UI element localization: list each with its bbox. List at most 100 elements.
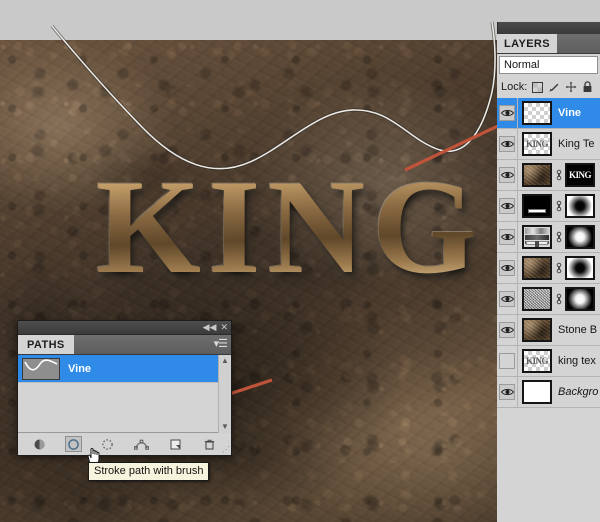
layer-row-stone-masked-a[interactable]	[497, 252, 600, 284]
eye-icon[interactable]	[499, 105, 515, 121]
thumbnail-king-label: KING	[525, 139, 549, 149]
lock-image-pixels-icon[interactable]	[548, 81, 560, 93]
thumbnail-king-label: KING	[525, 356, 549, 366]
layer-thumbnail[interactable]: KING	[522, 349, 552, 373]
layer-row-king-tex[interactable]: KING king tex	[497, 345, 600, 377]
tab-paths[interactable]: PATHS	[18, 335, 74, 354]
panel-menu-icon[interactable]: ▾☰	[214, 339, 228, 350]
layer-visibility-cell[interactable]	[497, 345, 518, 377]
tab-layers[interactable]: LAYERS	[497, 34, 558, 53]
layer-mask-thumbnail[interactable]: KING	[565, 163, 595, 187]
canvas-top-gap	[0, 0, 497, 40]
link-mask-icon[interactable]	[554, 231, 563, 243]
make-work-path-button[interactable]	[133, 436, 150, 452]
eye-icon[interactable]	[499, 260, 515, 276]
layer-row-background[interactable]: Backgro	[497, 376, 600, 408]
paths-footer-toolbar[interactable]: ⋰	[18, 433, 231, 455]
layer-mask-thumbnail[interactable]	[565, 256, 595, 280]
photoshop-screenshot: KING ◀◀ ✕ PATHS ▾☰ Vine ▲ ▼ ⋰ Stroke pat…	[0, 0, 600, 522]
layer-mask-thumbnail[interactable]	[565, 225, 595, 249]
paths-panel-titlebar[interactable]: ◀◀ ✕	[18, 321, 231, 335]
eye-icon[interactable]	[499, 322, 515, 338]
panel-resize-grip[interactable]: ⋰	[222, 445, 230, 454]
load-path-as-selection-button[interactable]	[99, 436, 116, 452]
document-canvas[interactable]: KING ◀◀ ✕ PATHS ▾☰ Vine ▲ ▼ ⋰ Stroke pat…	[0, 0, 497, 522]
outline-circle-icon	[68, 438, 79, 450]
mask-king-label: KING	[568, 170, 592, 180]
layer-row-noise-masked[interactable]	[497, 283, 600, 315]
close-icon[interactable]: ✕	[220, 323, 228, 332]
layer-visibility-cell[interactable]	[497, 97, 518, 129]
eye-icon[interactable]	[499, 198, 515, 214]
delete-current-path-button[interactable]	[201, 436, 218, 452]
layer-thumbnail[interactable]	[522, 256, 552, 280]
link-mask-icon[interactable]	[554, 293, 563, 305]
layer-mask-thumbnail[interactable]	[565, 287, 595, 311]
path-row-vine[interactable]: Vine	[18, 355, 231, 383]
layer-thumbnail[interactable]: KING	[522, 132, 552, 156]
lock-all-icon[interactable]	[582, 81, 593, 93]
tooltip-stroke-path: Stroke path with brush	[88, 462, 210, 481]
layer-row-stone-masked-king[interactable]: KING	[497, 159, 600, 191]
lock-position-icon[interactable]	[565, 81, 577, 93]
layers-panel-tabrow[interactable]: LAYERS	[497, 34, 600, 54]
paths-panel[interactable]: ◀◀ ✕ PATHS ▾☰ Vine ▲ ▼ ⋰	[17, 320, 232, 456]
layers-top-strip	[497, 0, 600, 22]
collapse-icon[interactable]: ◀◀	[203, 323, 217, 332]
eye-icon[interactable]	[499, 229, 515, 245]
link-mask-icon[interactable]	[554, 262, 563, 274]
layer-name-king-text: King Te	[558, 138, 595, 150]
layer-visibility-cell[interactable]	[497, 283, 518, 315]
stroke-path-with-brush-button[interactable]	[65, 436, 82, 452]
layer-visibility-cell[interactable]	[497, 128, 518, 160]
create-new-path-button[interactable]	[167, 436, 184, 452]
dotted-circle-icon	[102, 438, 113, 450]
layer-row-adjustment-black[interactable]	[497, 190, 600, 222]
eye-icon[interactable]	[499, 136, 515, 152]
scroll-down-arrow[interactable]: ▼	[221, 421, 229, 433]
blend-mode-select[interactable]: Normal	[499, 56, 598, 74]
layer-visibility-cell[interactable]	[497, 221, 518, 253]
layer-thumbnail[interactable]	[522, 194, 552, 218]
layer-row-stone-background[interactable]: Stone B	[497, 314, 600, 346]
layer-thumbnail[interactable]	[522, 287, 552, 311]
layer-thumbnail[interactable]	[522, 380, 552, 404]
eye-icon[interactable]	[499, 291, 515, 307]
link-mask-icon[interactable]	[554, 200, 563, 212]
layer-thumbnail[interactable]	[522, 163, 552, 187]
paths-list[interactable]: Vine ▲ ▼	[18, 355, 231, 433]
lock-label: Lock:	[501, 81, 528, 93]
layer-visibility-cell[interactable]	[497, 159, 518, 191]
layer-visibility-cell[interactable]	[497, 190, 518, 222]
eye-icon[interactable]	[499, 167, 515, 183]
layer-row-king-text[interactable]: KING King Te	[497, 128, 600, 160]
eye-icon[interactable]	[499, 384, 515, 400]
layer-row-vine[interactable]: Vine	[497, 97, 600, 129]
king-carved-text: KING	[96, 153, 485, 302]
link-mask-icon[interactable]	[554, 169, 563, 181]
layer-name-vine: Vine	[558, 107, 582, 119]
paths-panel-tabrow[interactable]: PATHS ▾☰	[18, 335, 231, 355]
layer-thumbnail[interactable]	[522, 318, 552, 342]
layer-visibility-cell[interactable]	[497, 252, 518, 284]
layer-thumbnail[interactable]	[522, 225, 552, 249]
new-page-icon	[170, 439, 181, 449]
scroll-up-arrow[interactable]: ▲	[221, 355, 229, 367]
eye-icon-off[interactable]	[499, 353, 515, 369]
blend-mode-row[interactable]: Normal	[497, 54, 600, 76]
layer-list[interactable]: Vine KING King Te KING Stone B KING king…	[497, 97, 600, 408]
layer-name-stone-background: Stone B	[558, 324, 598, 336]
layer-name-background: Backgro	[558, 386, 599, 398]
lock-transparent-pixels-icon[interactable]	[532, 81, 544, 93]
layer-mask-thumbnail[interactable]	[565, 194, 595, 218]
layer-row-adjustment-gradient[interactable]	[497, 221, 600, 253]
layer-thumbnail[interactable]	[522, 101, 552, 125]
layers-panel-drag-bar[interactable]	[497, 22, 600, 34]
fill-path-with-foreground-color-button[interactable]	[31, 436, 48, 452]
lock-row[interactable]: Lock:	[497, 76, 600, 98]
layer-visibility-cell[interactable]	[497, 376, 518, 408]
filled-circle-icon	[34, 439, 45, 449]
layer-visibility-cell[interactable]	[497, 314, 518, 346]
paths-scrollbar[interactable]: ▲ ▼	[218, 355, 231, 433]
layers-panel[interactable]: LAYERS Normal Lock: Vine KING King Te KI…	[497, 0, 600, 522]
